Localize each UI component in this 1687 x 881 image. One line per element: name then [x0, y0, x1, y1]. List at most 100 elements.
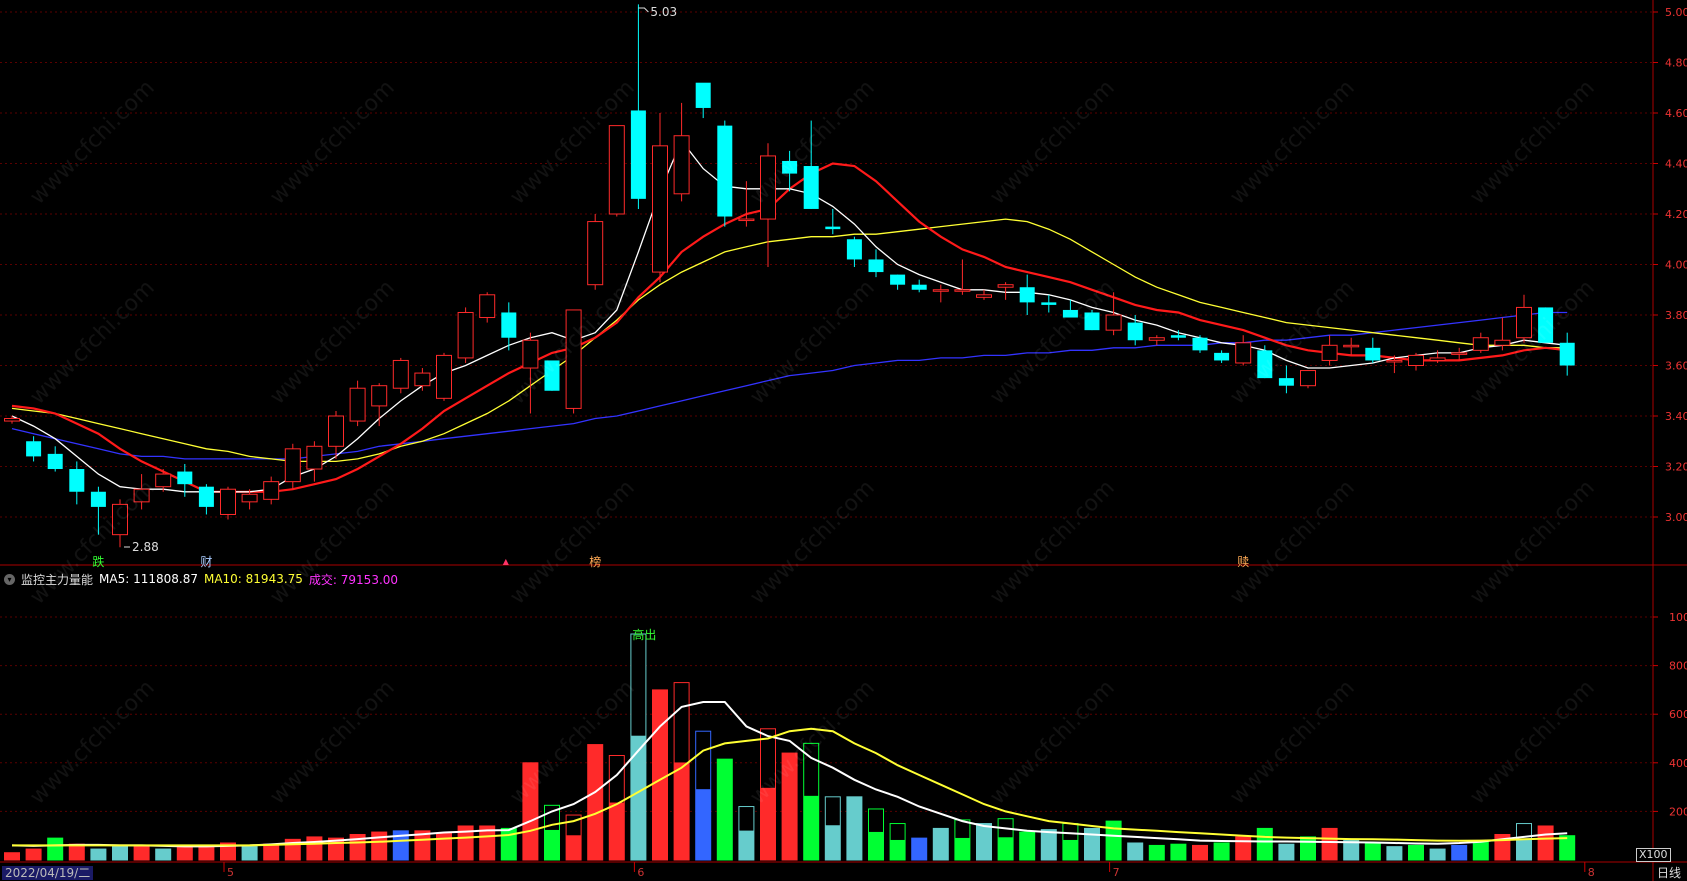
candle-body	[371, 385, 388, 407]
candle-body	[155, 473, 172, 488]
candle-body	[1386, 359, 1403, 363]
volume-bar	[1148, 844, 1165, 861]
candle-body	[1451, 352, 1468, 355]
volume-bar-fill	[522, 762, 538, 860]
volume-bar	[1516, 823, 1532, 861]
candle-body	[457, 311, 474, 359]
volume-bar-fill	[566, 835, 582, 860]
candle	[198, 484, 214, 515]
volume-header: ▾ 监控主力量能 MA5: 111808.87 MA10: 81943.75 成…	[4, 571, 398, 587]
candle	[1257, 345, 1273, 379]
candle	[47, 446, 63, 472]
volume-bar	[90, 848, 107, 861]
volume-bar-fill	[825, 825, 841, 860]
candle	[1214, 350, 1230, 363]
volume-tick-label: 8000	[1669, 660, 1687, 673]
candle-body	[1559, 342, 1575, 366]
candle	[997, 282, 1014, 300]
candle-body	[976, 294, 992, 298]
volume-bar	[652, 689, 668, 861]
volume-bar-fill	[26, 849, 42, 860]
candle-body	[544, 360, 560, 391]
price-tick-label: 4.60	[1665, 107, 1687, 120]
collapse-icon[interactable]: ▾	[4, 573, 15, 585]
candle	[155, 469, 172, 492]
candle-body	[522, 339, 539, 369]
volume-bar	[781, 752, 798, 861]
candle	[1494, 317, 1511, 351]
candle-body	[1538, 307, 1554, 343]
event-marker[interactable]: 跌	[92, 555, 104, 569]
volume-bars[interactable]	[4, 633, 1576, 861]
volume-bar	[1040, 829, 1057, 861]
event-marker[interactable]: 财	[200, 555, 212, 569]
candle	[1408, 352, 1424, 371]
candle-body	[1019, 287, 1035, 303]
volume-bar	[1321, 827, 1338, 861]
candlesticks[interactable]	[4, 4, 1575, 548]
volume-axis: 10000 8000 6000 4000 2000	[1653, 611, 1687, 818]
event-marker[interactable]: ▲	[503, 555, 509, 569]
volume-bar	[1278, 843, 1295, 861]
price-tick-label: 4.80	[1665, 57, 1687, 70]
volume-bar-fill	[1278, 844, 1294, 860]
candle-body	[479, 294, 496, 319]
volume-bar-fill	[868, 831, 884, 860]
volume-bar-fill	[112, 846, 128, 860]
candle-body	[1084, 312, 1100, 331]
volume-bar	[954, 819, 971, 861]
candle-body	[782, 160, 798, 174]
volume-bar	[241, 846, 258, 861]
scale-label[interactable]: X100	[1636, 848, 1671, 862]
volume-bar-fill	[1538, 825, 1554, 860]
price-tick-label: 4.00	[1665, 259, 1687, 272]
candle	[1041, 294, 1057, 313]
indicator-name[interactable]: 监控主力量能	[21, 571, 93, 588]
month-label: 6	[637, 866, 644, 879]
volume-bar-fill	[976, 823, 992, 860]
volume-bar	[25, 848, 42, 861]
candle-body	[198, 486, 214, 507]
candle-body	[220, 488, 236, 515]
volume-bar	[1343, 840, 1360, 861]
candle-body	[825, 226, 841, 230]
volume-bar	[1127, 842, 1144, 861]
volume-bar-fill	[1516, 839, 1532, 860]
volume-bar-fill	[911, 838, 927, 860]
candle	[1127, 315, 1143, 346]
candle-body	[1278, 378, 1294, 386]
period-label[interactable]: 日线	[1657, 866, 1681, 880]
candle-body	[932, 289, 949, 292]
low-price-label: 2.88	[132, 540, 159, 554]
candle-body	[69, 469, 85, 492]
candle-body	[1365, 347, 1381, 361]
event-marker[interactable]: 榜	[589, 555, 601, 569]
candle-body	[630, 110, 646, 199]
month-ticks: 5 6 7 8	[223, 862, 1595, 879]
volume-bar-fill	[1322, 828, 1338, 860]
volume-bar-fill	[782, 753, 798, 860]
volume-bar-fill	[1430, 849, 1446, 860]
candle-body	[90, 491, 106, 507]
candle	[954, 259, 971, 295]
price-tick-label: 4.20	[1665, 208, 1687, 221]
candle	[544, 360, 560, 391]
volume-bar	[1408, 844, 1424, 861]
volume-bar	[824, 796, 841, 861]
event-marker[interactable]: 赎	[1237, 555, 1249, 569]
volume-bar-fill	[263, 844, 279, 860]
candle-body	[263, 481, 280, 500]
volume-bar-fill	[1192, 845, 1208, 860]
volume-bar	[1451, 844, 1468, 861]
volume-bar	[68, 843, 85, 861]
volume-bar	[868, 808, 884, 861]
price-axis: 5.00 4.80 4.60 4.40 4.20 4.00 3.80 3.60 3.40 3.20…	[1653, 6, 1687, 524]
month-label: 7	[1113, 866, 1120, 879]
candle-body	[1148, 337, 1165, 341]
volume-bar-fill	[155, 849, 171, 860]
volume-bar-fill	[846, 796, 862, 860]
volume-bar	[1472, 840, 1489, 861]
volume-tick-label: 10000	[1669, 611, 1687, 624]
volume-bar	[306, 836, 323, 861]
stock-chart[interactable]: 5.00 4.80 4.60 4.40 4.20 4.00 3.80 3.60 3.40 3.20…	[0, 0, 1687, 881]
